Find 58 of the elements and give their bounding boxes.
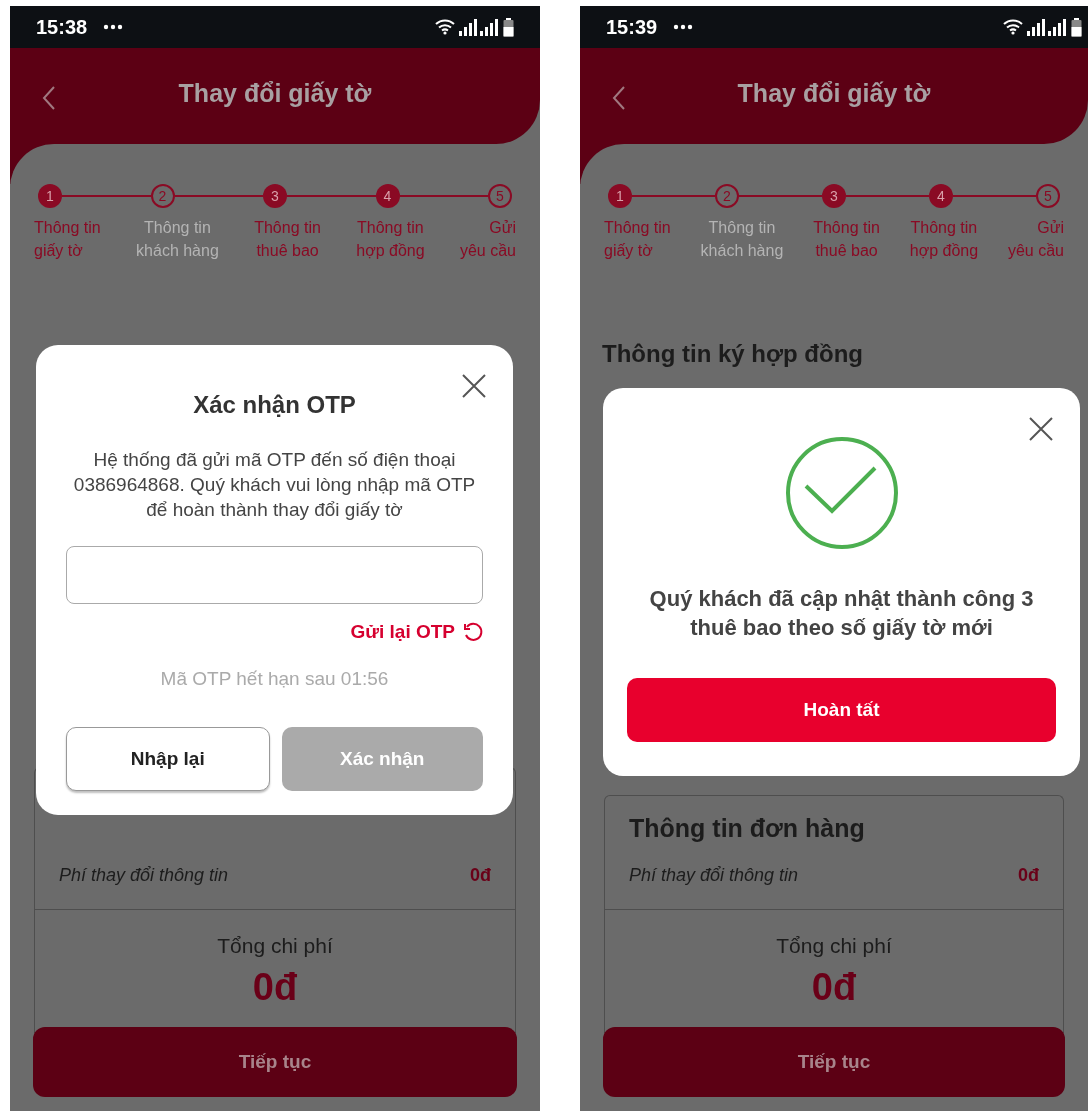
close-icon[interactable]: [461, 373, 487, 399]
step-indicator: 4: [375, 184, 400, 208]
battery-icon: [503, 17, 514, 37]
fee-value: 0đ: [1018, 863, 1039, 887]
back-icon[interactable]: [42, 85, 56, 111]
fee-label: Phí thay đổi thông tin: [629, 863, 799, 887]
wifi-icon: [1003, 19, 1023, 35]
success-message: Quý khách đã cập nhật thành công 3 thuê bao theo số giấy tờ mới: [648, 585, 1035, 642]
status-time: 15:39: [606, 15, 658, 40]
fee-label: Phí thay đổi thông tin: [59, 863, 229, 887]
dialog-message: Hệ thống đã gửi mã OTP đến số điện thoại 0386964868. Quý khách vui lòng nhập mã OTP để hoàn thành thay đổi giấy tờ: [72, 448, 477, 522]
total-value: 0đ: [811, 965, 857, 1010]
back-icon[interactable]: [612, 85, 626, 111]
step-label: Thông tin hợp đồng: [356, 218, 425, 261]
check-circle-icon: [784, 436, 899, 550]
dialog-button[interactable]: Hoàn tất: [627, 678, 1056, 742]
total-label: Tổng chi phí: [217, 932, 333, 959]
step-indicator: 2: [150, 184, 175, 208]
step-indicator: 2: [715, 184, 739, 208]
step-indicator: 5: [1036, 184, 1060, 208]
step-indicator: 1: [38, 184, 62, 208]
battery-icon: [1071, 17, 1082, 37]
continue-button[interactable]: Tiếp tục: [603, 1027, 1065, 1097]
more-icon: [103, 24, 124, 30]
step-indicator: 3: [263, 184, 287, 208]
dialog-button[interactable]: Nhập lại: [66, 727, 270, 791]
header-title: Thay đổi giấy tờ: [737, 78, 931, 110]
wifi-icon: [435, 19, 455, 35]
step-indicator: 4: [929, 184, 953, 208]
step-label: Gửi yêu cầu: [1007, 218, 1064, 261]
signal-icon: [1027, 18, 1067, 36]
header-title: Thay đổi giấy tờ: [178, 78, 372, 110]
total-value: 0đ: [252, 965, 298, 1010]
step-indicator: 3: [822, 184, 846, 208]
resend-otp-link[interactable]: Gửi lại OTP: [350, 618, 483, 647]
fee-value: 0đ: [470, 863, 491, 887]
close-icon[interactable]: [1028, 416, 1054, 442]
step-label: Thông tin khách hàng: [700, 218, 784, 261]
status-time: 15:38: [36, 15, 88, 40]
step-label: Gửi yêu cầu: [459, 218, 516, 261]
refresh-icon: [463, 622, 483, 643]
signal-icon: [459, 18, 499, 36]
otp-input-field[interactable]: [66, 546, 483, 604]
step-indicator: 5: [488, 184, 512, 208]
step-label: Thông tin khách hàng: [136, 218, 219, 261]
step-label: Thông tin thuê bao: [813, 218, 880, 261]
total-label: Tổng chi phí: [776, 932, 892, 959]
step-label: Thông tin giấy tờ: [34, 218, 101, 261]
more-icon: [673, 24, 694, 30]
step-label: Thông tin thuê bao: [254, 218, 321, 261]
otp-timer: Mã OTP hết hạn sau 01:56: [160, 666, 389, 691]
section-title: Thông tin ký hợp đồng: [602, 339, 864, 369]
dialog-title: Xác nhận OTP: [193, 390, 356, 420]
step-label: Thông tin hợp đồng: [909, 218, 979, 261]
order-title: Thông tin đơn hàng: [629, 813, 866, 844]
step-label: Thông tin giấy tờ: [604, 218, 671, 261]
step-indicator: 1: [608, 184, 632, 208]
continue-button[interactable]: Tiếp tục: [33, 1027, 517, 1097]
